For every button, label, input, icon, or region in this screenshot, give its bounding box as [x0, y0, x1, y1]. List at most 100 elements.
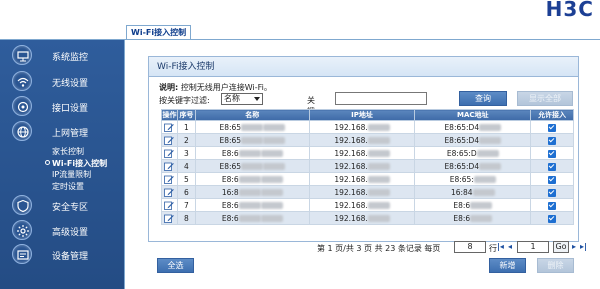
- edit-icon[interactable]: [164, 136, 175, 145]
- allow-checkbox[interactable]: [548, 123, 557, 132]
- redacted-mark: [470, 215, 493, 222]
- sidebar-item-system-monitor[interactable]: 系统监控: [0, 42, 125, 67]
- access-table: 操作 序号 名称 IP地址 MAC地址 允许接入 1 E8:65 192.168. E…: [161, 109, 574, 225]
- allow-checkbox[interactable]: [548, 162, 557, 171]
- ip-cell: 192.168.: [308, 120, 416, 134]
- description: 说明: 控制无线用户连接Wi-Fi。: [159, 82, 272, 93]
- add-button[interactable]: 新增: [489, 258, 526, 273]
- delete-button[interactable]: 删除: [537, 258, 574, 273]
- ip-cell: 192.168.: [308, 133, 416, 147]
- keyword-input[interactable]: [335, 92, 427, 105]
- edit-icon[interactable]: [164, 123, 175, 132]
- name-cell: E8:6: [194, 198, 310, 212]
- edit-cell[interactable]: [161, 211, 178, 225]
- redacted-mark: [476, 150, 499, 157]
- sidebar-item-label: 安全专区: [52, 203, 89, 213]
- brand-logo: H3C: [545, 0, 594, 21]
- edit-cell[interactable]: [161, 133, 178, 147]
- filter-label: 按关键字过滤:: [159, 96, 210, 105]
- description-label: 说明:: [159, 83, 179, 92]
- next-page-icon[interactable]: ▸: [572, 242, 576, 251]
- redacted-mark: [367, 215, 390, 222]
- filter-field-select[interactable]: 名称: [221, 93, 263, 105]
- sidebar-subitem-label: Wi-Fi接入控制: [52, 159, 108, 168]
- sidebar: 系统监控 无线设置 接口设置 上网管理 家长控制 Wi-Fi接入控制 IP流量限…: [0, 40, 125, 289]
- mac-cell: E8:65:D: [414, 146, 532, 160]
- table-row: 7 E8:6 192.168. E8:6: [161, 198, 574, 212]
- edit-cell[interactable]: [161, 159, 178, 173]
- mac-cell: E8:65:D4: [414, 133, 532, 147]
- sidebar-subitem-wifi-access-control[interactable]: Wi-Fi接入控制: [45, 158, 108, 169]
- edit-cell[interactable]: [161, 146, 178, 160]
- ip-cell: 192.168.: [308, 185, 416, 199]
- redacted-mark: [260, 215, 283, 222]
- index-cell: 1: [176, 120, 196, 134]
- select-all-button[interactable]: 全选: [157, 258, 194, 273]
- table-row: 2 E8:65 192.168. E8:65:D4: [161, 133, 574, 147]
- sidebar-subitem-ip-traffic-limit[interactable]: IP流量限制: [52, 169, 91, 180]
- mac-cell: 16:84: [414, 185, 532, 199]
- edit-cell[interactable]: [161, 185, 178, 199]
- edit-icon[interactable]: [164, 201, 175, 210]
- redacted-mark: [473, 176, 496, 183]
- redacted-mark: [263, 163, 286, 170]
- filter-row: 按关键字过滤: 名称 关键字:: [159, 92, 427, 127]
- ip-cell: 192.168.: [308, 211, 416, 225]
- allow-checkbox[interactable]: [548, 175, 557, 184]
- sidebar-subitem-parental-control[interactable]: 家长控制: [52, 146, 84, 157]
- sidebar-item-wireless[interactable]: 无线设置: [0, 68, 125, 93]
- column-header: 序号: [176, 109, 196, 121]
- edit-cell[interactable]: [161, 198, 178, 212]
- tab-wifi-access-control[interactable]: Wi-Fi接入控制: [126, 25, 192, 40]
- per-page-input[interactable]: 8: [454, 241, 486, 253]
- redacted-mark: [260, 176, 283, 183]
- edit-cell[interactable]: [161, 120, 178, 134]
- search-button[interactable]: 查询: [459, 91, 507, 106]
- index-cell: 6: [176, 185, 196, 199]
- first-page-icon[interactable]: |◂: [497, 242, 504, 251]
- index-cell: 8: [176, 211, 196, 225]
- edit-icon[interactable]: [164, 149, 175, 158]
- sidebar-item-label: 上网管理: [52, 129, 89, 139]
- last-page-icon[interactable]: ▸|: [580, 242, 587, 251]
- pagination: 第 1 页/共 3 页 共 23 条记录 每页 8 行 |◂ ◂ 1 Go ▸ …: [317, 241, 587, 254]
- edit-icon[interactable]: [164, 188, 175, 197]
- allow-cell: [530, 185, 574, 199]
- sidebar-subitem-schedule[interactable]: 定时设置: [52, 181, 84, 192]
- redacted-mark: [367, 150, 390, 157]
- redacted-mark: [260, 150, 283, 157]
- redacted-mark: [263, 137, 286, 144]
- redacted-mark: [472, 189, 495, 196]
- redacted-mark: [260, 189, 283, 196]
- name-cell: 16:8: [194, 185, 310, 199]
- redacted-mark: [367, 163, 390, 170]
- wireless-icon: [12, 71, 32, 91]
- prev-page-icon[interactable]: ◂: [508, 242, 512, 251]
- go-button[interactable]: Go: [553, 241, 569, 253]
- allow-checkbox[interactable]: [548, 149, 557, 158]
- allow-checkbox[interactable]: [548, 136, 557, 145]
- sidebar-item-security[interactable]: 安全专区: [0, 192, 125, 217]
- allow-checkbox[interactable]: [548, 188, 557, 197]
- security-icon: [12, 195, 32, 215]
- index-cell: 3: [176, 146, 196, 160]
- redacted-mark: [238, 189, 261, 196]
- column-header: 名称: [194, 109, 310, 121]
- edit-icon[interactable]: [164, 214, 175, 223]
- edit-icon[interactable]: [164, 162, 175, 171]
- monitor-icon: [12, 45, 32, 65]
- sidebar-item-device[interactable]: 设备管理: [0, 241, 125, 266]
- show-all-button[interactable]: 显示全部: [517, 91, 573, 106]
- sidebar-item-advanced[interactable]: 高级设置: [0, 217, 125, 242]
- table-header-row: 操作 序号 名称 IP地址 MAC地址 允许接入: [161, 109, 574, 121]
- sidebar-item-interface[interactable]: 接口设置: [0, 93, 125, 118]
- sidebar-item-internet-management[interactable]: 上网管理: [0, 118, 125, 143]
- name-cell: E8:65: [194, 120, 310, 134]
- allow-checkbox[interactable]: [548, 201, 557, 210]
- edit-cell[interactable]: [161, 172, 178, 186]
- redacted-mark: [367, 137, 390, 144]
- page-number-input[interactable]: 1: [517, 241, 549, 253]
- allow-checkbox[interactable]: [548, 214, 557, 223]
- edit-icon[interactable]: [164, 175, 175, 184]
- active-indicator-icon: [45, 160, 50, 165]
